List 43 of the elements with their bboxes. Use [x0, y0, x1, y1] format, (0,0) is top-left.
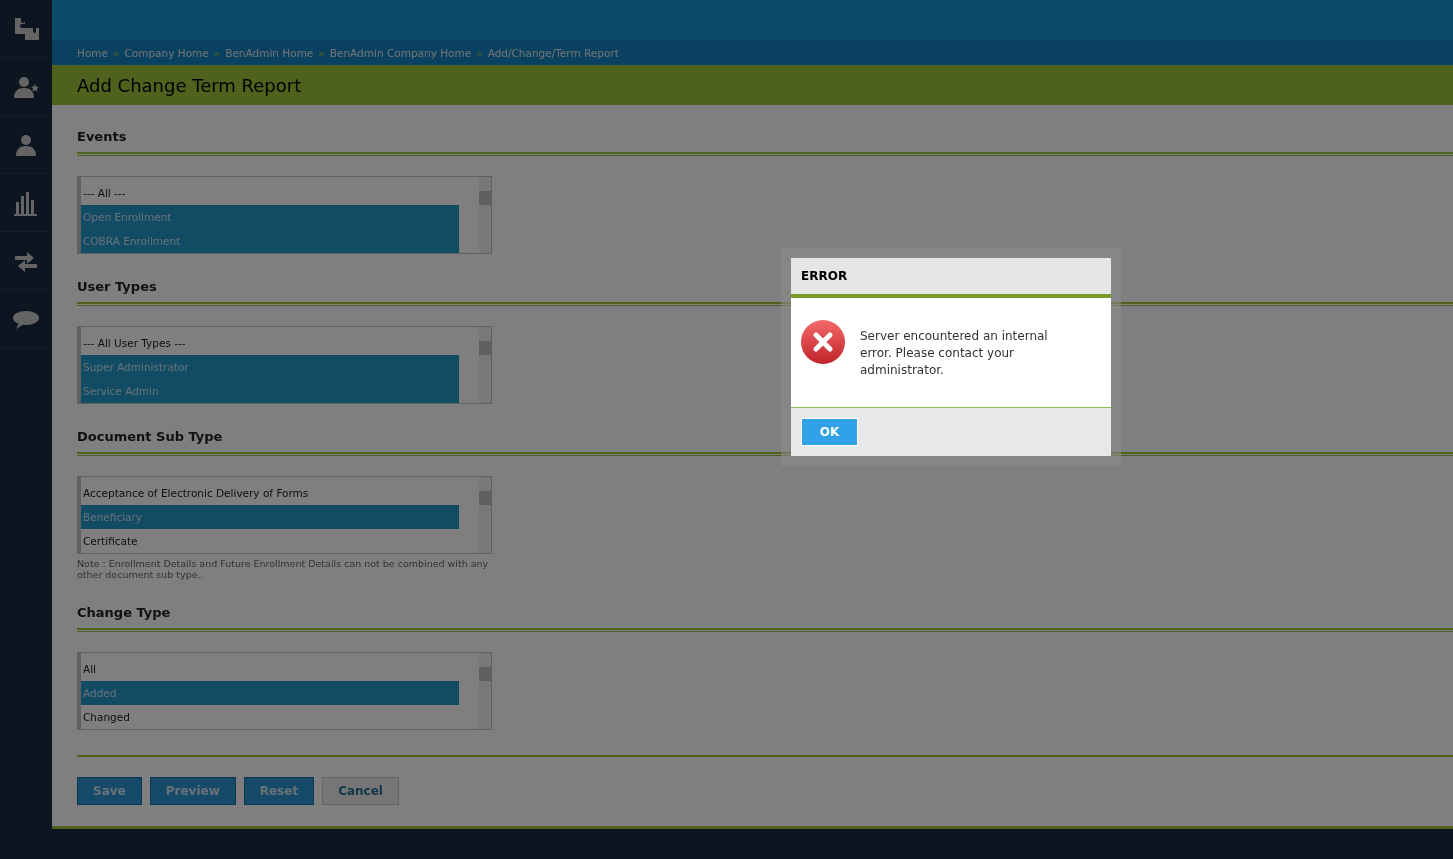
action-button[interactable]: Cancel	[322, 777, 399, 805]
action-button[interactable]: Save	[77, 777, 142, 805]
breadcrumb-link[interactable]: Add/Change/Term Report	[487, 46, 619, 59]
list-option[interactable]: Acceptance of Electronic Delivery of Forms	[81, 481, 459, 505]
list-option[interactable]: Service Admin	[81, 379, 459, 403]
action-button[interactable]: Preview	[149, 777, 236, 805]
breadcrumb-separator: »	[318, 46, 325, 59]
scrollbar[interactable]	[479, 477, 491, 553]
list-option[interactable]: Super Administrator	[81, 355, 459, 379]
note-text: Note : Enrollment Details and Future Enrollment Details can not be combined with any other document sub type..	[77, 558, 490, 580]
list-option[interactable]: --- All ---	[81, 181, 459, 205]
list-option[interactable]: Changed	[81, 705, 459, 729]
list-option[interactable]: Certificate	[81, 529, 459, 553]
breadcrumb-link[interactable]: BenAdmin Home	[225, 46, 314, 59]
section-heading: Events	[77, 129, 127, 144]
list-box[interactable]: --- All User Types --- Super Administrator Service Admin	[77, 326, 492, 404]
list-option[interactable]: COBRA Enrollment	[81, 229, 459, 253]
list-option[interactable]: Open Enrollment	[81, 205, 459, 229]
dialog-title: ERROR	[801, 269, 848, 283]
section-heading: Change Type	[77, 605, 171, 620]
scrollbar[interactable]	[479, 653, 491, 729]
list-option[interactable]: Added	[81, 681, 459, 705]
page-title: Add Change Term Report	[77, 74, 302, 96]
breadcrumb-link[interactable]: BenAdmin Company Home	[329, 46, 472, 59]
breadcrumb-separator: »	[213, 46, 221, 59]
section-heading: User Types	[77, 279, 157, 294]
scrollbar[interactable]	[479, 177, 491, 253]
action-button[interactable]: Reset	[243, 777, 315, 805]
section-heading: Document Sub Type	[77, 429, 223, 444]
list-option[interactable]: All	[81, 657, 459, 681]
list-box[interactable]: --- All --- Open Enrollment COBRA Enrollment	[77, 176, 492, 254]
list-box[interactable]: Acceptance of Electronic Delivery of Forms Beneficiary Certificate	[77, 476, 492, 554]
breadcrumb-separator: »	[113, 46, 120, 59]
error-message: Server encountered an internal error. Please contact your administrator.	[860, 328, 1049, 379]
list-option[interactable]: --- All User Types ---	[81, 331, 459, 355]
list-box[interactable]: All Added Changed	[77, 652, 492, 730]
breadcrumb-separator: »	[476, 46, 483, 59]
breadcrumb-link[interactable]: Company Home	[124, 46, 209, 59]
scrollbar[interactable]	[479, 327, 491, 403]
list-option[interactable]: Beneficiary	[81, 505, 459, 529]
ok-button[interactable]: OK	[801, 418, 858, 446]
error-icon	[801, 320, 845, 364]
breadcrumb-link[interactable]: Home	[77, 46, 108, 59]
